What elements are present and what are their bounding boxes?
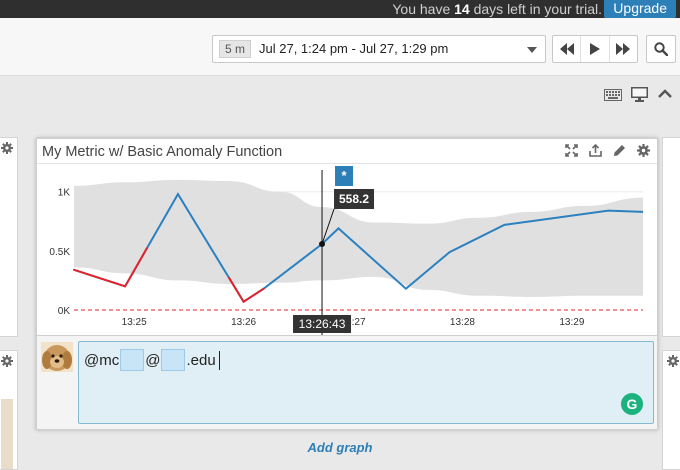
gear-icon[interactable] [1,142,13,154]
time-span-badge: 5 m [219,40,252,58]
y-axis-ticks: 1K 0.5K 0K [49,188,70,317]
trial-bar: You have 14 days left in your trial. Upg… [0,0,680,18]
gear-icon[interactable] [1,355,13,367]
redacted-text [161,349,186,371]
trial-message: You have 14 days left in your trial. [392,0,602,18]
trial-days: 14 [454,1,470,17]
mention-at: @ [145,351,161,369]
x-tick-label: 13:25 [122,317,147,328]
rewind-icon [559,43,574,55]
chevron-up-icon[interactable] [658,89,672,99]
search-button[interactable] [646,35,676,63]
play-button[interactable] [580,36,608,62]
play-icon [589,43,600,55]
mention-prefix: @mc [84,351,120,369]
mention-suffix: .edu [186,351,216,369]
x-tick-label: 13:26 [231,317,256,328]
trial-text-after: days left in your trial. [469,1,602,17]
hover-point [319,240,326,247]
background-widget-left [0,137,18,337]
y-tick-label: 0.5K [49,247,70,258]
time-navigation [552,35,638,63]
upgrade-button[interactable]: Upgrade [604,0,676,18]
time-range-text: Jul 27, 1:24 pm - Jul 27, 1:29 pm [259,41,449,56]
y-tick-label: 0K [58,306,71,317]
time-tooltip: 13:26:43 [293,315,352,333]
time-tooltip-text: 13:26:43 [299,317,346,331]
text-caret [218,350,220,370]
fast-forward-icon [616,43,631,55]
rewind-button[interactable] [553,36,580,62]
background-widget-right [662,137,680,337]
comment-input[interactable]: @mc @ .edu G [78,341,654,424]
x-tick-label: 13:29 [559,317,584,328]
dashboard-header: 5 m Jul 27, 1:24 pm - Jul 27, 1:29 pm [0,18,680,76]
trial-text-before: You have [392,1,455,17]
comment-text: @mc @ .edu [84,349,220,371]
anomaly-segment [242,287,265,303]
fast-forward-button[interactable] [608,36,637,62]
search-icon [654,42,668,56]
avatar [41,342,73,372]
grammarly-icon[interactable]: G [621,393,643,415]
gear-icon[interactable] [667,355,679,367]
y-tick-label: 1K [58,188,71,199]
x-tick-label: 13:28 [450,317,475,328]
timeseries-chart[interactable]: 1K 0.5K 0K 13:25 13:26 13:27 13:28 13:29… [37,164,657,335]
comment-section: @mc @ .edu G [37,336,657,429]
dog-avatar-icon [41,342,73,372]
value-tooltip: 558.2 [334,189,375,209]
metric-widget: My Metric w/ Basic Anomaly Function 1K 0… [36,138,658,430]
x-axis-ticks: 13:25 13:26 13:27 13:28 13:29 [122,317,585,328]
add-graph-link[interactable]: Add graph [0,440,680,455]
widget-thumbnail [1,399,13,469]
monitor-icon[interactable] [631,87,648,102]
keyboard-icon[interactable] [604,89,622,101]
expand-icon[interactable] [565,144,578,157]
event-marker[interactable]: * [335,166,354,186]
value-tooltip-text: 558.2 [339,192,369,206]
pencil-icon[interactable] [613,144,626,157]
share-icon[interactable] [589,144,602,157]
widget-title: My Metric w/ Basic Anomaly Function [42,144,283,160]
redacted-text [120,349,145,371]
gear-icon[interactable] [637,144,650,157]
chevron-down-icon [527,47,537,53]
time-range-picker[interactable]: 5 m Jul 27, 1:24 pm - Jul 27, 1:29 pm [212,35,546,63]
view-toolbar [600,86,680,104]
